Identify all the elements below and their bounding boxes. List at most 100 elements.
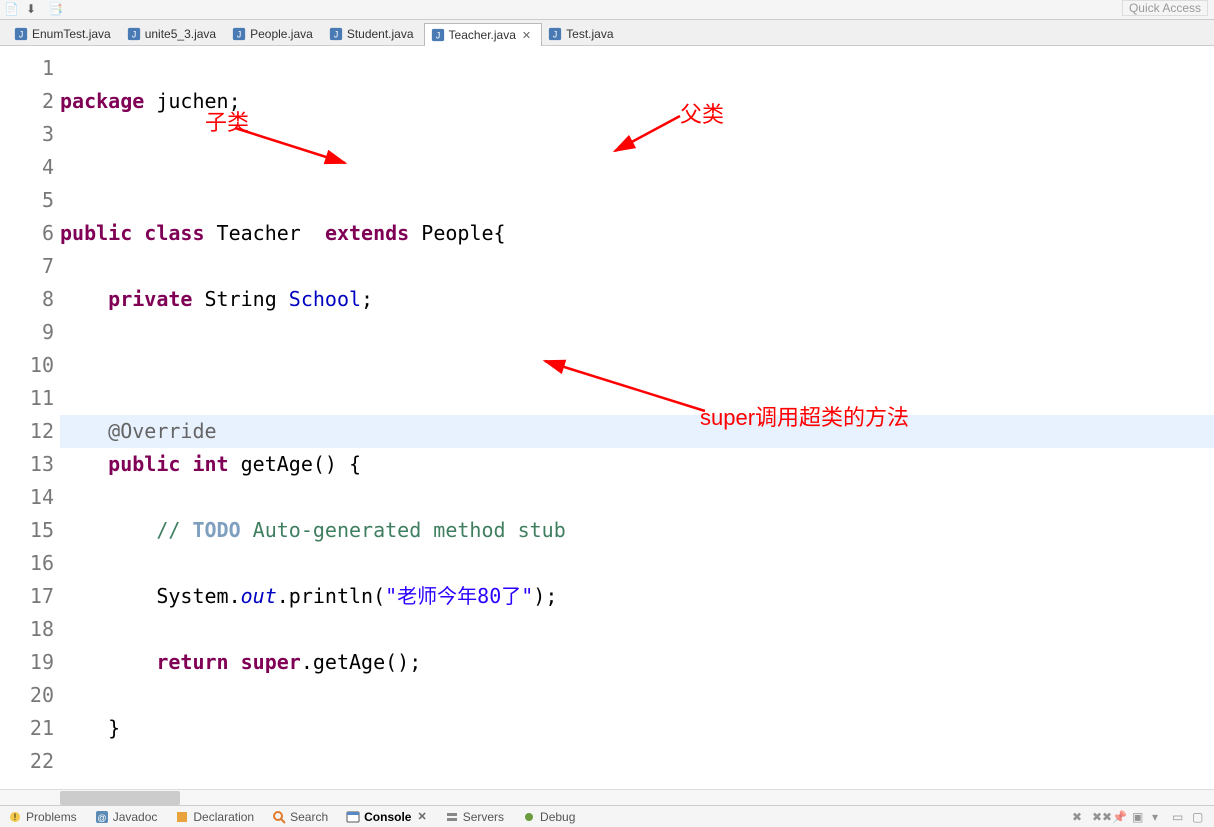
open-console-icon[interactable]: ▾: [1152, 810, 1166, 824]
line-number: 14: [20, 481, 54, 514]
ide-window: 📄 ⬇ 📑 Quick Access J EnumTest.java J uni…: [0, 0, 1214, 827]
marker-gutter: [0, 46, 20, 805]
line-number: 3: [20, 118, 54, 151]
tab-console[interactable]: Console ✕: [346, 810, 427, 824]
svg-text:J: J: [19, 30, 23, 40]
code-text: People{: [409, 221, 505, 245]
code-text: }: [108, 716, 120, 740]
svg-text:J: J: [435, 31, 439, 41]
java-file-icon: J: [548, 27, 562, 41]
search-icon: [272, 810, 286, 824]
tab-student[interactable]: J Student.java: [323, 22, 424, 45]
tab-test[interactable]: J Test.java: [542, 22, 623, 45]
keyword: int: [192, 452, 228, 476]
pin-console-icon[interactable]: 📌: [1112, 810, 1126, 824]
line-number: 12: [20, 415, 54, 448]
keyword: public: [108, 452, 180, 476]
code-text: [229, 650, 241, 674]
tab-label: Test.java: [566, 27, 613, 41]
tab-people[interactable]: J People.java: [226, 22, 323, 45]
arrow-super-note: [535, 351, 715, 421]
minimize-icon[interactable]: ▭: [1172, 810, 1186, 824]
line-number: 18: [20, 613, 54, 646]
tab-servers[interactable]: Servers: [445, 810, 504, 824]
arrow-parent-class: [605, 106, 695, 161]
keyword: super: [241, 650, 301, 674]
field: School: [289, 287, 361, 311]
tab-search[interactable]: Search: [272, 810, 328, 824]
line-number: 16: [20, 547, 54, 580]
tab-label: Student.java: [347, 27, 414, 41]
comment-todo: TODO: [192, 518, 240, 542]
toolbar-icon[interactable]: ⬇: [26, 2, 42, 18]
line-number: 5: [20, 184, 54, 217]
keyword: package: [60, 89, 144, 113]
display-selected-console-icon[interactable]: ▣: [1132, 810, 1146, 824]
remove-all-icon[interactable]: ✖✖: [1092, 810, 1106, 824]
keyword: extends: [325, 221, 409, 245]
close-icon[interactable]: ✕: [417, 810, 426, 823]
horizontal-scrollbar[interactable]: [0, 789, 1214, 805]
javadoc-icon: @: [95, 810, 109, 824]
line-number: 1: [20, 52, 54, 85]
java-file-icon: J: [431, 28, 445, 42]
remove-launch-icon[interactable]: ✖: [1072, 810, 1086, 824]
maximize-icon[interactable]: ▢: [1192, 810, 1206, 824]
tab-label: Debug: [540, 810, 575, 824]
tab-declaration[interactable]: Declaration: [175, 810, 254, 824]
problems-icon: !: [8, 810, 22, 824]
code-text: ;: [361, 287, 373, 311]
keyword: public: [60, 221, 132, 245]
editor-tabs: J EnumTest.java J unite5_3.java J People…: [0, 20, 1214, 46]
keyword: private: [108, 287, 192, 311]
line-number: 4: [20, 151, 54, 184]
string: "老师今年80了": [385, 584, 533, 608]
code-text: .getAge();: [301, 650, 421, 674]
line-number: 9: [20, 316, 54, 349]
tab-label: Teacher.java: [449, 28, 516, 42]
tab-unite5-3[interactable]: J unite5_3.java: [121, 22, 226, 45]
code-editor[interactable]: 1 2 3 4 5 6 7 8 9 10 11 12 13 14 15 16 1…: [0, 46, 1214, 805]
tab-label: Problems: [26, 810, 77, 824]
tab-debug[interactable]: Debug: [522, 810, 575, 824]
svg-text:@: @: [97, 813, 106, 823]
debug-icon: [522, 810, 536, 824]
declaration-icon: [175, 810, 189, 824]
tab-enumtest[interactable]: J EnumTest.java: [8, 22, 121, 45]
toolbar-icon[interactable]: 📄: [4, 2, 20, 18]
java-file-icon: J: [14, 27, 28, 41]
main-toolbar: 📄 ⬇ 📑 Quick Access: [0, 0, 1214, 20]
java-file-icon: J: [232, 27, 246, 41]
svg-text:J: J: [553, 30, 557, 40]
line-number: 11: [20, 382, 54, 415]
tab-javadoc[interactable]: @ Javadoc: [95, 810, 158, 824]
tab-label: Declaration: [193, 810, 254, 824]
line-number: 22: [20, 745, 54, 778]
tab-label: EnumTest.java: [32, 27, 111, 41]
code-text: );: [533, 584, 557, 608]
line-number: 13: [20, 448, 54, 481]
toolbar-icon[interactable]: 📑: [48, 2, 64, 18]
tab-problems[interactable]: ! Problems: [8, 810, 77, 824]
code-text: getAge() {: [229, 452, 361, 476]
line-number: 19: [20, 646, 54, 679]
quick-access[interactable]: Quick Access: [1122, 0, 1208, 16]
code-area[interactable]: package juchen; public class Teacher ext…: [60, 46, 1214, 805]
line-number: 10: [20, 349, 54, 382]
tab-label: Javadoc: [113, 810, 158, 824]
line-numbers: 1 2 3 4 5 6 7 8 9 10 11 12 13 14 15 16 1…: [20, 46, 60, 805]
comment: //: [156, 518, 192, 542]
annotation-super-note: super调用超类的方法: [700, 401, 909, 434]
static-field: out: [241, 584, 277, 608]
scrollbar-thumb[interactable]: [60, 791, 180, 805]
close-icon[interactable]: ✕: [522, 29, 531, 42]
console-actions: ✖ ✖✖ 📌 ▣ ▾ ▭ ▢: [1072, 810, 1206, 824]
annotation: @Override: [108, 419, 216, 443]
svg-text:!: !: [14, 812, 17, 822]
tab-label: unite5_3.java: [145, 27, 216, 41]
tab-label: Servers: [463, 810, 504, 824]
tab-teacher[interactable]: J Teacher.java ✕: [424, 23, 543, 46]
servers-icon: [445, 810, 459, 824]
code-text: Teacher: [205, 221, 325, 245]
line-number: 20: [20, 679, 54, 712]
